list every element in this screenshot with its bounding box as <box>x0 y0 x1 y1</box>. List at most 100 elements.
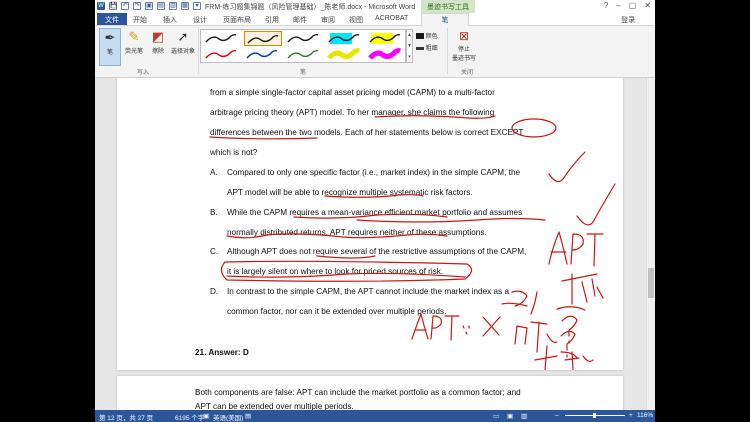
pen-swatch[interactable] <box>285 47 323 62</box>
pen-swatch[interactable] <box>203 31 241 46</box>
ink-text-apt-1 <box>548 231 604 267</box>
qat-tool-icon[interactable]: ▣ <box>145 2 153 10</box>
customize-qat-icon[interactable]: ▾ <box>193 2 201 10</box>
pen-swatch[interactable] <box>285 31 323 46</box>
select-objects-button[interactable]: ➚ 选择对象 <box>169 28 197 55</box>
pen-tool-button[interactable]: ✒ 笔 <box>99 28 121 66</box>
pen-swatch[interactable] <box>203 47 241 62</box>
minimize-icon[interactable]: – <box>616 1 620 10</box>
macro-icon[interactable]: ▤ <box>245 412 251 420</box>
pen-stroke-icon <box>368 48 402 60</box>
ink-question-1 <box>561 315 578 344</box>
ink-text-zh-4 <box>534 345 594 370</box>
qat-tool-icon[interactable]: ▦ <box>181 2 189 10</box>
zoom-slider-knob[interactable] <box>593 413 596 418</box>
zoom-in-icon[interactable]: + <box>629 412 633 419</box>
pen-stroke-icon <box>247 34 279 44</box>
option-b-line-2: normally distributed returns, APT requir… <box>227 228 487 237</box>
document-page-next[interactable]: Both components are false: APT can inclu… <box>117 376 623 410</box>
eraser-label: 擦除 <box>151 49 164 55</box>
pen-color-dropdown[interactable]: 颜色 <box>416 31 438 40</box>
zoom-slider[interactable] <box>565 413 625 418</box>
qat-tool-icon[interactable]: ▥ <box>169 2 177 10</box>
proofing-icon[interactable]: ▣ <box>203 412 209 420</box>
gallery-scroll[interactable]: ▲ ▼ ▾ <box>406 29 413 63</box>
qat-tool-icon[interactable]: ▤ <box>157 2 165 10</box>
tab-page-layout[interactable]: 页面布局 <box>219 14 255 26</box>
tab-acrobat[interactable]: ACROBAT <box>371 14 412 23</box>
redo-icon[interactable]: ↷ <box>133 2 141 10</box>
login-link[interactable]: 登录 <box>621 15 635 25</box>
tab-review[interactable]: 审阅 <box>317 14 339 26</box>
scrollbar-thumb[interactable] <box>648 268 654 298</box>
tab-home[interactable]: 开始 <box>129 14 151 26</box>
ribbon-separator <box>447 28 448 74</box>
option-c-line-1: Although APT does not require several of… <box>227 247 527 256</box>
tab-insert[interactable]: 插入 <box>159 14 181 26</box>
tab-view[interactable]: 视图 <box>345 14 367 26</box>
vertical-scrollbar[interactable] <box>646 78 655 410</box>
tab-file[interactable]: 文件 <box>97 13 127 25</box>
option-b-letter: B. <box>210 208 218 217</box>
read-mode-icon[interactable]: ▭ <box>493 412 499 420</box>
zoom-out-icon[interactable]: – <box>555 412 559 419</box>
tab-pens[interactable]: 笔 <box>421 13 469 26</box>
ink-underline-b1b <box>356 217 546 223</box>
option-a-line-2: APT model will be able to recognize mult… <box>227 188 473 197</box>
question-line-4: which is not? <box>210 148 258 157</box>
page-count[interactable]: 第 12 页，共 27 页 <box>99 412 153 422</box>
tab-mailings[interactable]: 邮件 <box>289 14 311 26</box>
pen-swatch[interactable] <box>367 31 405 46</box>
pen-stroke-icon <box>369 33 401 44</box>
option-d-line-1: In contrast to the simple CAPM, the APT … <box>227 287 510 296</box>
close-icon[interactable]: ✕ <box>644 1 651 10</box>
language-indicator[interactable]: 英语(美国) <box>213 412 243 422</box>
select-objects-label: 选择对象 <box>170 49 195 55</box>
pen-thickness-label: 粗细 <box>425 46 438 52</box>
ink-cross <box>482 316 501 337</box>
pen-swatch[interactable] <box>244 47 282 62</box>
option-d-line-2: common factor, nor can it be extended ov… <box>227 307 447 316</box>
pen-stroke-icon <box>327 48 361 60</box>
ink-underline-c2 <box>316 255 376 259</box>
explanation-line-2: APT can be extended over multiple period… <box>195 402 354 410</box>
window-controls: ? – ▢ ✕ <box>604 1 651 10</box>
word-count[interactable]: 6195 个字 <box>175 412 204 422</box>
zoom-level[interactable]: 116% <box>637 412 653 419</box>
tab-design[interactable]: 设计 <box>189 14 211 26</box>
quick-access-toolbar: W 💾 ↶ ↷ ▣ ▤ ▥ ▦ ▾ <box>97 2 201 10</box>
highlighter-label: 荧光笔 <box>124 49 143 55</box>
highlighter-button[interactable]: ✎ 荧光笔 <box>123 28 145 55</box>
explanation-line-1: Both components are false: APT can inclu… <box>195 388 521 397</box>
web-layout-icon[interactable]: ▥ <box>521 412 527 420</box>
cursor-icon: ➚ <box>177 29 189 44</box>
pen-color-label: 颜色 <box>425 34 438 40</box>
pen-stroke-icon <box>246 49 278 59</box>
option-c-letter: C. <box>210 247 219 256</box>
highlighter-icon: ✎ <box>128 29 140 44</box>
ink-text-zh-3 <box>514 321 558 353</box>
eraser-button[interactable]: ◩ 擦除 <box>147 28 169 55</box>
document-page[interactable]: from a simple single-factor capital asse… <box>117 78 623 370</box>
title-bar: W 💾 ↶ ↷ ▣ ▤ ▥ ▦ ▾ FRM-练习题集锦题（风险管理基础）_陈老师… <box>95 0 655 13</box>
question-line-3: differences between the two models. Each… <box>210 128 524 137</box>
pen-stroke-icon <box>205 49 237 59</box>
print-layout-icon[interactable]: ▣ <box>507 412 513 420</box>
stop-inking-button[interactable]: ⊠ 停止 墨迹书写 <box>451 29 477 62</box>
pen-thickness-dropdown[interactable]: 粗细 <box>416 43 438 52</box>
option-a-line-1: Compared to only one specific factor (i.… <box>227 168 521 177</box>
pen-swatch[interactable] <box>326 47 364 62</box>
help-icon[interactable]: ? <box>604 1 608 10</box>
pen-stroke-icon <box>287 33 319 43</box>
restore-icon[interactable]: ▢ <box>629 1 637 10</box>
ink-text-apt-2 <box>411 313 470 341</box>
option-b-line-1: While the CAPM requires a mean-variance … <box>227 208 523 217</box>
eraser-icon: ◩ <box>151 29 165 44</box>
pen-swatch[interactable] <box>326 31 364 46</box>
save-icon[interactable]: 💾 <box>109 2 117 10</box>
pen-swatch[interactable] <box>367 47 405 62</box>
tab-references[interactable]: 引用 <box>261 14 283 26</box>
pen-swatch[interactable] <box>244 31 282 46</box>
undo-icon[interactable]: ↶ <box>121 2 129 10</box>
question-line-1: from a simple single-factor capital asse… <box>210 88 495 97</box>
